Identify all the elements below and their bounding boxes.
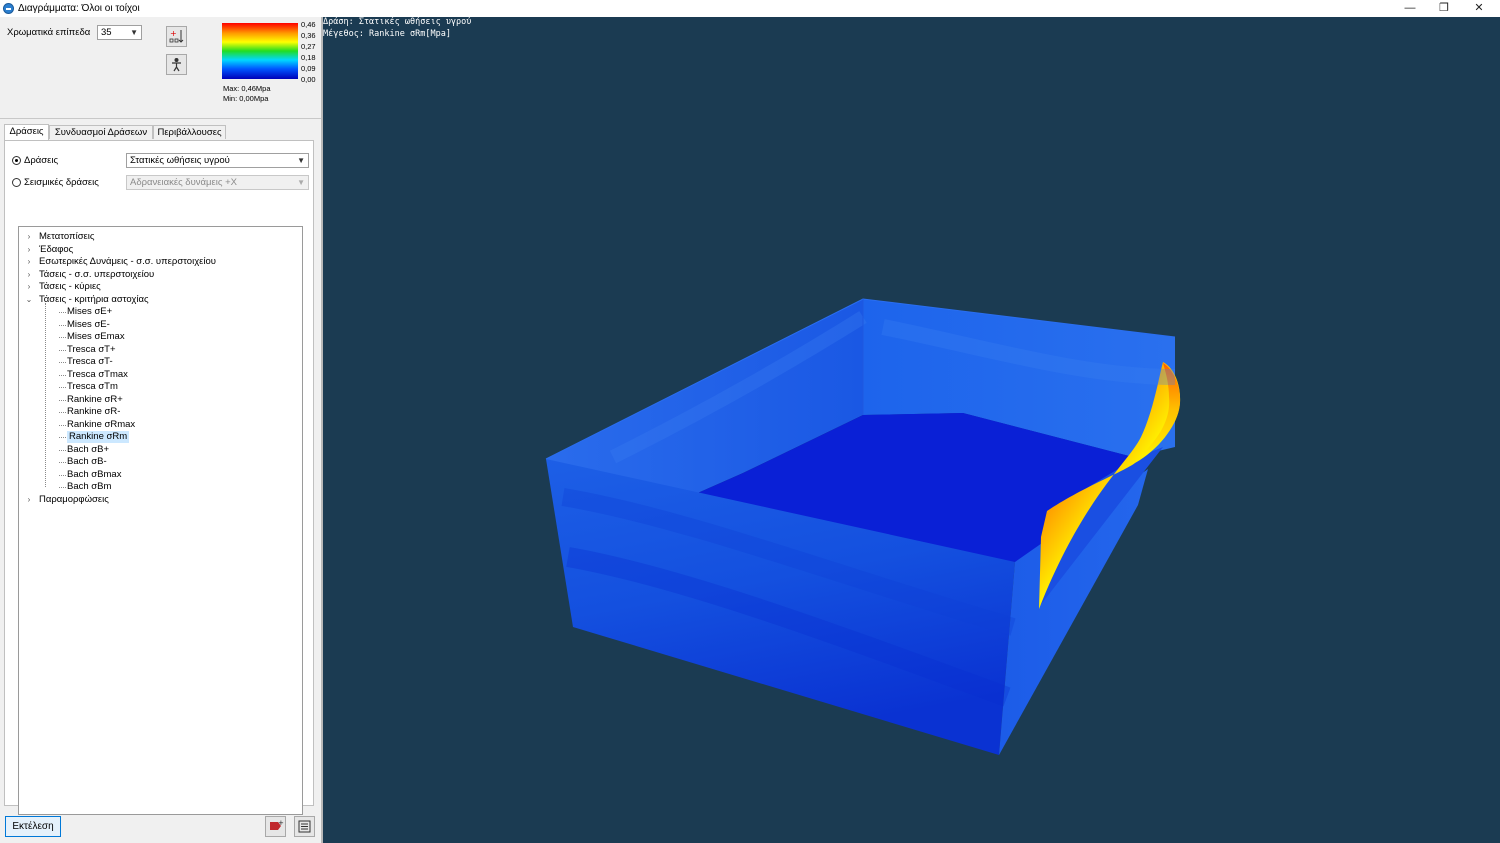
tab-combinations[interactable]: Συνδυασμοί Δράσεων [49, 125, 153, 139]
action-select[interactable]: Στατικές ωθήσεις υγρού ▼ [126, 153, 309, 168]
diagram-viewport[interactable]: Δράση: Στατικές ωθήσεις υγρού Μέγεθος: R… [323, 17, 1500, 843]
tree-item-label: Rankine σR+ [67, 393, 123, 405]
tree-connector [59, 399, 66, 401]
window-title: Διαγράμματα: Όλοι οι τοίχοι [18, 3, 140, 14]
seismic-radio-label: Σεισμικές δράσεις [24, 177, 99, 188]
legend-tick: 0,46 [301, 20, 316, 29]
tab-page-actions: Δράσεις Στατικές ωθήσεις υγρού ▼ Σεισμικ… [4, 140, 314, 815]
action-select-value: Στατικές ωθήσεις υγρού [130, 155, 230, 166]
tab-envelopes[interactable]: Περιβάλλουσες [153, 125, 226, 139]
color-levels-select[interactable]: 35 ▼ [97, 25, 142, 40]
tree-connector [59, 312, 66, 313]
tree-item-label: Tresca σT+ [67, 343, 116, 355]
chevron-right-icon[interactable]: › [25, 244, 33, 256]
svg-text:+: + [278, 819, 284, 827]
legend-tick: 0,36 [301, 31, 316, 40]
svg-text:+: + [170, 29, 177, 38]
tree-item-label: Bach σB- [67, 456, 107, 467]
export-button[interactable]: + [265, 816, 286, 837]
tree-item-label: Τάσεις - κύριες [39, 281, 101, 292]
tree-connector [59, 349, 66, 351]
color-levels-value: 35 [101, 27, 112, 38]
tree-connector [59, 449, 66, 451]
result-tree: › Μετατοπίσεις › Έδαφος › Εσωτερικές Δυνάμεις… [18, 226, 303, 815]
tree-item-label: Bach σBmax [67, 468, 122, 480]
seismic-radio[interactable] [12, 178, 21, 187]
tree-connector [59, 337, 66, 338]
minimize-button[interactable]: — [1393, 0, 1427, 17]
tree-connector [59, 474, 66, 476]
tree-guide-line [45, 303, 46, 487]
left-panel: Χρωματικά επίπεδα 35 ▼ + 0,46 0,36 0,27 … [0, 17, 321, 843]
close-button[interactable]: ✕ [1462, 0, 1496, 17]
tree-item-label: Bach σB+ [67, 443, 110, 455]
legend-max: Max: 0,46Mpa [223, 84, 271, 93]
chevron-down-icon[interactable]: ⌄ [25, 294, 33, 306]
tree-item-label: Μετατοπίσεις [39, 231, 95, 242]
list-icon [298, 820, 311, 833]
app-icon [3, 3, 14, 14]
list-view-button[interactable] [294, 816, 315, 837]
tree-connector [59, 424, 66, 426]
tree-connector [59, 462, 66, 463]
legend-tick: 0,09 [301, 64, 316, 73]
legend-min: Min: 0,00Mpa [223, 94, 269, 103]
actions-radio-label: Δράσεις [24, 155, 59, 166]
export-icon: + [270, 819, 284, 830]
color-legend-bar [222, 23, 298, 79]
tree-connector [59, 487, 66, 488]
chevron-down-icon: ▼ [297, 178, 305, 187]
legend-tick: 0,18 [301, 53, 316, 62]
title-bar: Διαγράμματα: Όλοι οι τοίχοι — ❐ ✕ [0, 0, 1500, 17]
chevron-down-icon: ▼ [297, 156, 305, 165]
tree-item-label: Τάσεις - σ.σ. υπερστοιχείου [39, 268, 155, 280]
separator [0, 118, 321, 119]
tree-item-label: Tresca σTm [67, 381, 118, 392]
tree-item-label: Έδαφος [39, 243, 74, 255]
tree-item-label: Tresca σTmax [67, 368, 128, 380]
tree-item-label: Rankine σRmax [67, 418, 136, 430]
tree-connector [59, 324, 66, 326]
chevron-right-icon[interactable]: › [25, 256, 33, 268]
legend-tick: 0,00 [301, 75, 316, 84]
tree-item-label: Tresca σT- [67, 356, 113, 367]
scale-settings-button[interactable]: + [166, 26, 187, 47]
tree-item-label: Τάσεις - κριτήρια αστοχίας [39, 293, 149, 305]
seismic-select-value: Αδρανειακές δυνάμεις +X [130, 177, 237, 188]
restore-button[interactable]: ❐ [1427, 0, 1461, 17]
tree-connector [59, 362, 66, 363]
person-rotate-icon [172, 58, 181, 72]
seismic-select: Αδρανειακές δυνάμεις +X ▼ [126, 175, 309, 190]
tree-item-label: Rankine σRm [67, 431, 130, 443]
tree-item-label: Mises σEmax [67, 331, 125, 342]
tab-actions[interactable]: Δράσεις [4, 124, 49, 140]
chevron-right-icon[interactable]: › [25, 494, 33, 506]
run-button[interactable]: Εκτέλεση [5, 816, 61, 837]
tree-item-label: Rankine σR- [67, 406, 121, 417]
chevron-right-icon[interactable]: › [25, 281, 33, 293]
options-area: Χρωματικά επίπεδα 35 ▼ + 0,46 0,36 0,27 … [0, 17, 321, 118]
tree-item-label: Παραμορφώσεις [39, 493, 109, 505]
tree-item-label: Mises σE- [67, 318, 110, 330]
actions-radio[interactable] [12, 156, 21, 165]
tree-item-label: Bach σBm [67, 481, 112, 492]
legend-tick: 0,27 [301, 42, 316, 51]
tree-item-label: Mises σE+ [67, 306, 113, 317]
chevron-right-icon[interactable]: › [25, 269, 33, 281]
scale-settings-icon: + [169, 29, 184, 43]
reset-view-button[interactable] [166, 54, 187, 75]
chevron-right-icon[interactable]: › [25, 231, 33, 243]
tree-connector [59, 387, 66, 388]
color-levels-label: Χρωματικά επίπεδα [7, 27, 91, 38]
chevron-down-icon: ▼ [130, 28, 138, 37]
tree-connector [59, 374, 66, 376]
wall-model-3d [545, 298, 1181, 755]
tree-item-label: Εσωτερικές Δυνάμεις - σ.σ. υπερστοιχείου [39, 256, 217, 267]
tree-connector [59, 412, 66, 413]
tree-connector [59, 437, 66, 438]
